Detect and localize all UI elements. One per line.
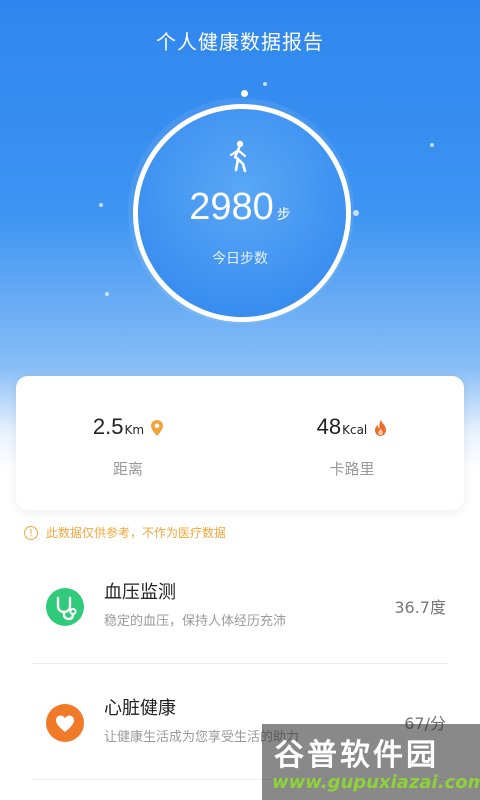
warning-icon: !: [24, 525, 38, 540]
location-pin-icon: [151, 420, 164, 436]
walking-icon: [229, 140, 247, 173]
disclaimer-notice: ! 此数据仅供参考，不作为医疗数据: [24, 524, 226, 541]
stat-calories: 48Kcal 卡路里: [240, 414, 464, 479]
calories-label: 卡路里: [329, 460, 375, 478]
item-value: 36.7度: [394, 598, 446, 617]
watermark-url: www.gupuxiazai.com: [272, 772, 480, 793]
item-name: 心脏健康: [104, 698, 176, 719]
list-item-blood-pressure[interactable]: 血压监测 稳定的血压，保持人体经历充沛 36.7度: [32, 560, 448, 656]
decor-dot: [263, 82, 267, 86]
page-title: 个人健康数据报告: [156, 30, 324, 54]
site-watermark: 谷普软件园 www.gupuxiazai.com: [262, 724, 480, 800]
heart-icon: [46, 704, 84, 742]
calories-value: 48: [316, 414, 342, 439]
step-count-unit: 步: [276, 207, 291, 223]
distance-label: 距离: [112, 460, 143, 478]
stats-card: 2.5Km 距离 48Kcal 卡路里: [16, 376, 464, 510]
disclaimer-text: 此数据仅供参考，不作为医疗数据: [46, 526, 227, 540]
step-count-value: 2980: [189, 186, 274, 228]
step-count: 2980 步: [0, 186, 480, 229]
item-description: 稳定的血压，保持人体经历充沛: [104, 614, 287, 629]
divider: [32, 663, 448, 664]
distance-unit: Km: [124, 423, 145, 437]
decor-dot: [241, 90, 248, 97]
item-name: 血压监测: [104, 582, 176, 603]
stat-distance: 2.5Km 距离: [16, 414, 240, 479]
decor-dot: [105, 292, 109, 296]
distance-value: 2.5: [92, 414, 124, 439]
decor-dot: [430, 143, 434, 147]
stethoscope-icon: [46, 588, 84, 626]
step-count-label: 今日步数: [212, 251, 268, 267]
calories-unit: Kcal: [342, 423, 368, 437]
flame-icon: [375, 420, 387, 436]
watermark-title: 谷普软件园: [274, 738, 439, 773]
